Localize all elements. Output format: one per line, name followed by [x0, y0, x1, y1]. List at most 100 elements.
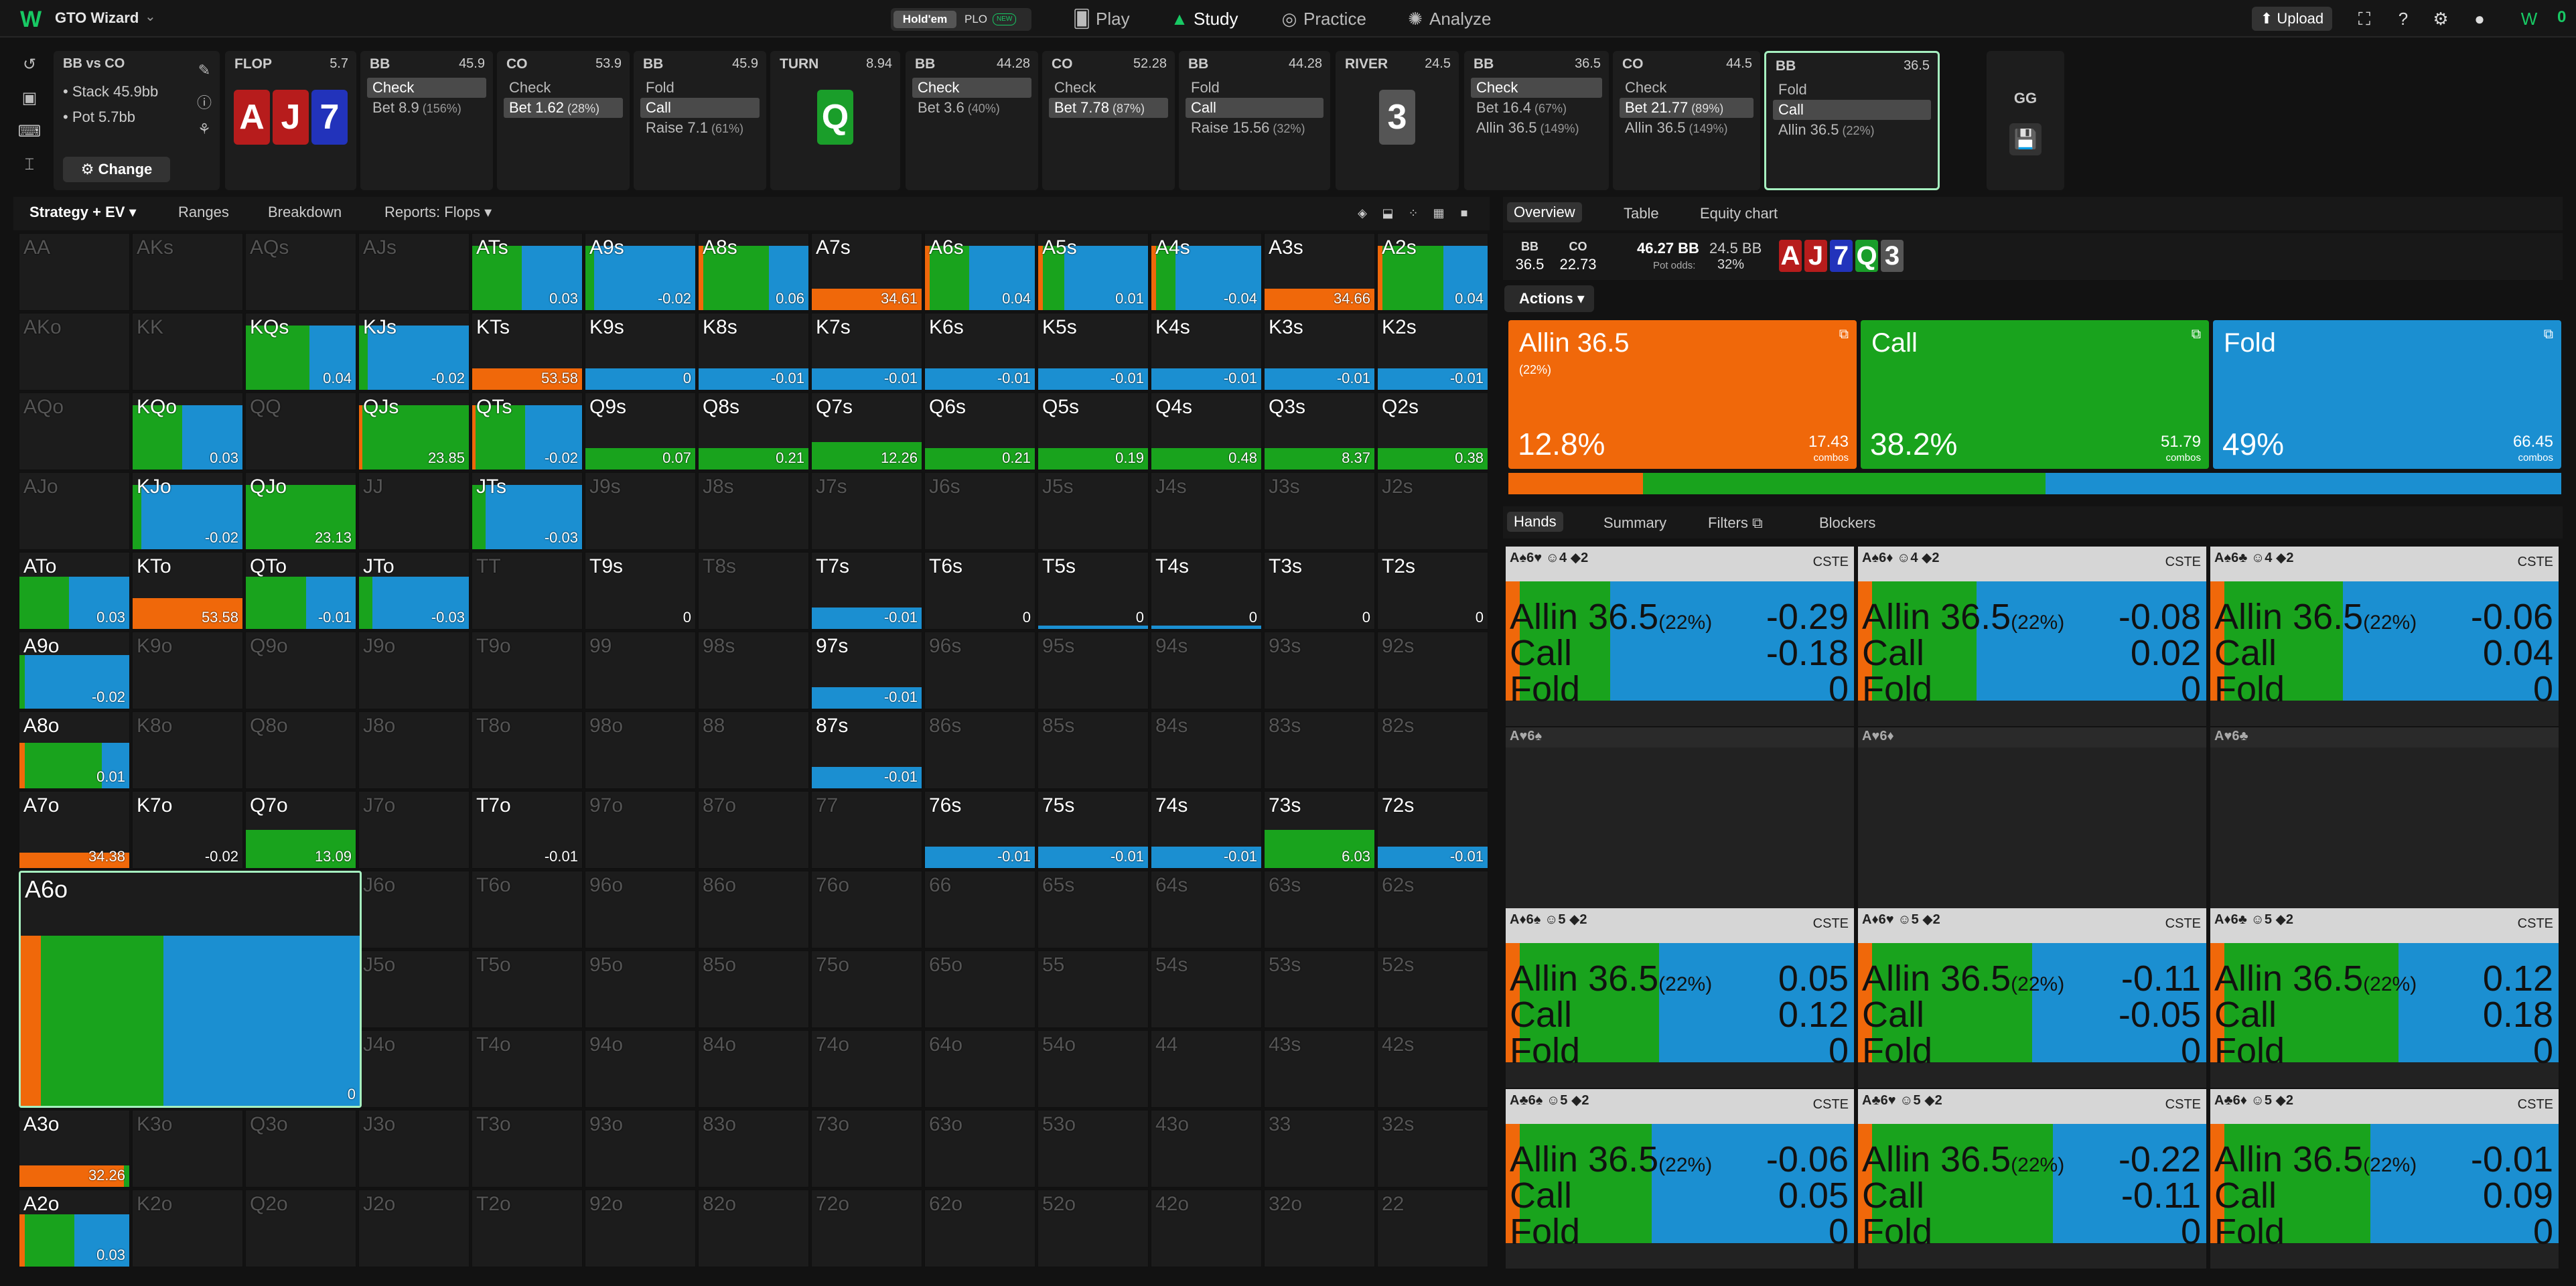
hand-cell[interactable]: Q7s 12.26	[811, 392, 922, 470]
user-icon[interactable]: ●	[2469, 8, 2490, 29]
step-option[interactable]: Allin 36.5 (22%)	[1773, 120, 1931, 140]
action-step[interactable]: BB 45.9 Check Bet 8.9 (156%)	[360, 51, 493, 190]
hand-cell[interactable]: AA	[19, 233, 130, 311]
hand-cell[interactable]: T9s 0	[585, 552, 696, 630]
hand-cell[interactable]: Q8s 0.21	[698, 392, 809, 470]
hand-cell[interactable]: 84o	[698, 1030, 809, 1108]
hand-cell[interactable]: 83o	[698, 1110, 809, 1188]
tab-ranges[interactable]: Ranges	[178, 204, 229, 221]
hand-cell[interactable]: 32s	[1377, 1110, 1488, 1188]
hand-cell[interactable]: 44	[1151, 1030, 1262, 1108]
hand-cell[interactable]: JJ	[358, 472, 470, 550]
action-box[interactable]: Fold 49% 66.45 combos ⧉	[2213, 320, 2561, 469]
nav-study[interactable]: ▲ Study	[1169, 4, 1238, 33]
hand-cell[interactable]: 72s -0.01	[1377, 791, 1488, 869]
hand-cell[interactable]: AJo	[19, 472, 130, 550]
hand-cell[interactable]: 73s 6.03	[1264, 791, 1375, 869]
view-full-icon[interactable]: ■	[1453, 202, 1475, 224]
view-grid-icon[interactable]: ▦	[1428, 202, 1449, 224]
hand-cell[interactable]: AJs	[358, 233, 470, 311]
hand-cell[interactable]: J2s	[1377, 472, 1488, 550]
hand-cell[interactable]: 93s	[1264, 632, 1375, 709]
hand-combo[interactable]: A♠6♥ ☺4 ◆2 CSTE Allin 36.5(22%) -0.29 Call -0…	[1506, 547, 1854, 726]
action-step[interactable]: RIVER 24.5 3	[1336, 51, 1459, 190]
info-icon[interactable]: ⓘ	[194, 91, 214, 113]
text-cursor-icon[interactable]: ⌶	[16, 155, 43, 189]
hand-cell[interactable]: K9o	[132, 632, 243, 709]
hand-cell[interactable]: 66	[924, 871, 1035, 948]
hand-cell[interactable]: 82o	[698, 1190, 809, 1267]
hand-cell[interactable]: QTs -0.02	[472, 392, 583, 470]
step-option[interactable]: Check	[1049, 78, 1168, 98]
hand-cell[interactable]: 62s	[1377, 871, 1488, 948]
hand-cell[interactable]: QJo 23.13	[245, 472, 356, 550]
hand-cell[interactable]: 82s	[1377, 711, 1488, 789]
hand-cell[interactable]: 53s	[1264, 950, 1375, 1028]
hand-cell[interactable]: J3o	[358, 1110, 470, 1188]
hand-cell[interactable]: 63o	[924, 1110, 1035, 1188]
hand-cell[interactable]: A6s 0.04	[924, 233, 1035, 311]
hand-cell[interactable]: 96s	[924, 632, 1035, 709]
hand-cell[interactable]: 98o	[585, 711, 696, 789]
hand-cell[interactable]: A9s -0.02	[585, 233, 696, 311]
hand-cell[interactable]: QJs 23.85	[358, 392, 470, 470]
hand-cell[interactable]: K7o -0.02	[132, 791, 243, 869]
hand-cell[interactable]: 42o	[1151, 1190, 1262, 1267]
step-option[interactable]: Bet 16.4 (67%)	[1471, 98, 1602, 118]
hand-cell[interactable]: ATo 0.03	[19, 552, 130, 630]
step-option[interactable]: Fold	[1773, 80, 1931, 100]
gto-wizard-logo-icon[interactable]: W	[20, 8, 43, 31]
step-option[interactable]: Allin 36.5 (149%)	[1471, 118, 1602, 138]
hand-cell[interactable]: T4o	[472, 1030, 583, 1108]
hand-cell[interactable]: 76o	[811, 871, 922, 948]
action-step[interactable]: CO 52.28 Check Bet 7.78 (87%)	[1042, 51, 1175, 190]
holdem-toggle[interactable]: Hold'em	[893, 11, 956, 28]
hand-cell[interactable]: 74s -0.01	[1151, 791, 1262, 869]
hand-cell[interactable]: 86o	[698, 871, 809, 948]
pencil-icon[interactable]: ✎	[194, 62, 214, 79]
hand-cell[interactable]: K8o	[132, 711, 243, 789]
app-name[interactable]: GTO Wizard	[55, 9, 139, 27]
hand-cell[interactable]: A2o 0.03	[19, 1190, 130, 1267]
nav-practice[interactable]: ◎ Practice	[1279, 4, 1366, 33]
hand-cell[interactable]: 88	[698, 711, 809, 789]
hand-cell[interactable]: 33	[1264, 1110, 1375, 1188]
hand-cell[interactable]: A8o 0.01	[19, 711, 130, 789]
hand-cell[interactable]: KJo -0.02	[132, 472, 243, 550]
hand-cell[interactable]: AQs	[245, 233, 356, 311]
hand-cell[interactable]: 64o	[924, 1030, 1035, 1108]
hand-cell[interactable]: JTo -0.03	[358, 552, 470, 630]
hand-cell[interactable]: J4o	[358, 1030, 470, 1108]
hand-cell[interactable]: J5s	[1037, 472, 1149, 550]
hand-cell[interactable]: K6s -0.01	[924, 313, 1035, 390]
action-step[interactable]: BB 36.5 Fold Call Allin 36.5 (22%)	[1764, 51, 1940, 190]
hand-cell[interactable]: A9o -0.02	[19, 632, 130, 709]
hand-cell[interactable]: AQo	[19, 392, 130, 470]
hand-cell[interactable]: 96o	[585, 871, 696, 948]
hand-cell[interactable]: J6o	[358, 871, 470, 948]
action-step[interactable]: CO 44.5 Check Bet 21.77 (89%) Allin 36.5 (14…	[1613, 51, 1760, 190]
hand-cell[interactable]: 32o	[1264, 1190, 1375, 1267]
hand-combo[interactable]: A♣6♠ ☺5 ◆2 CSTE Allin 36.5(22%) -0.06 Call 0.…	[1506, 1089, 1854, 1269]
hand-cell[interactable]: Q7o 13.09	[245, 791, 356, 869]
hand-cell[interactable]: T4s 0	[1151, 552, 1262, 630]
hand-combo[interactable]: A♥6♦	[1858, 727, 2206, 908]
hand-cell[interactable]: 55	[1037, 950, 1149, 1028]
tab-strategy-ev[interactable]: Strategy + EV ▾	[29, 204, 137, 221]
hand-cell[interactable]: ATs 0.03	[472, 233, 583, 311]
hand-cell[interactable]: KJs -0.02	[358, 313, 470, 390]
hand-cell[interactable]: 76s -0.01	[924, 791, 1035, 869]
step-option[interactable]: Check	[1620, 78, 1754, 98]
tab-table[interactable]: Table	[1624, 205, 1659, 222]
undo-icon[interactable]: ↺	[16, 55, 43, 88]
hand-cell[interactable]: 62o	[924, 1190, 1035, 1267]
hand-cell[interactable]: K3o	[132, 1110, 243, 1188]
step-option[interactable]: Bet 7.78 (87%)	[1049, 98, 1168, 118]
tab-reports[interactable]: Reports: Flops ▾	[384, 204, 492, 221]
hand-cell[interactable]: 95o	[585, 950, 696, 1028]
action-step[interactable]: BB 36.5 Check Bet 16.4 (67%) Allin 36.5 (149…	[1464, 51, 1609, 190]
hand-cell[interactable]: Q9o	[245, 632, 356, 709]
hand-cell[interactable]: TT	[472, 552, 583, 630]
hand-cell[interactable]: 65s	[1037, 871, 1149, 948]
hand-cell[interactable]: KQo 0.03	[132, 392, 243, 470]
